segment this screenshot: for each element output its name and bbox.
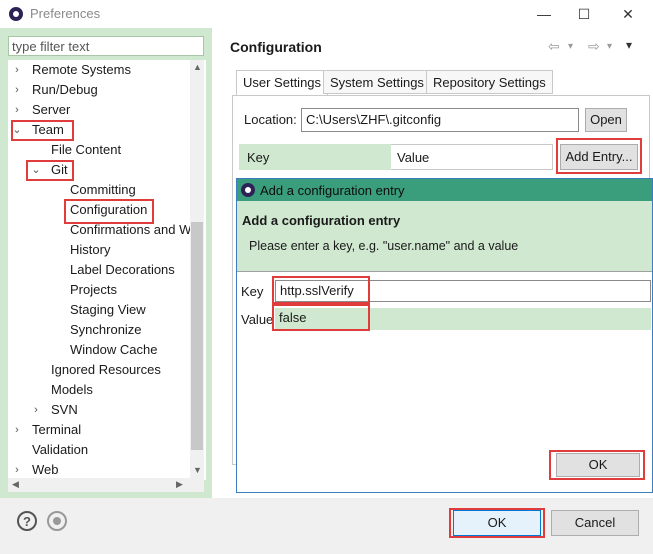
tree-item[interactable]: ⌄ Team — [8, 120, 198, 140]
tree-item[interactable]: Projects — [8, 280, 198, 300]
scroll-down-icon[interactable]: ▼ — [193, 465, 202, 475]
dialog-heading: Add a configuration entry — [242, 213, 401, 228]
tree-item[interactable]: ⌄ Git — [8, 160, 198, 180]
preferences-tree: › Remote Systems › Run/Debug › Server ⌄ Team Fil… — [8, 60, 206, 480]
chevron-right-icon[interactable]: › — [31, 400, 41, 420]
tree-item-label: Confirmations and W — [70, 222, 192, 237]
minimize-button[interactable]: — — [533, 4, 555, 24]
location-label: Location: — [244, 112, 297, 127]
forward-menu-icon[interactable]: ▾ — [607, 41, 612, 52]
chevron-right-icon[interactable]: › — [12, 60, 22, 80]
tree-item-label: Server — [32, 102, 71, 117]
tree-item[interactable]: Confirmations and W — [8, 220, 198, 240]
tree-item-label: File Content — [51, 142, 122, 157]
chevron-right-icon[interactable]: › — [12, 80, 22, 100]
chevron-down-icon[interactable]: ⌄ — [31, 160, 41, 180]
tree-item[interactable]: Ignored Resources — [8, 360, 198, 380]
chevron-right-icon[interactable]: › — [12, 420, 22, 440]
tree-item-label: Team — [32, 122, 64, 137]
view-menu-icon[interactable]: ▾ — [626, 38, 632, 52]
eclipse-app-icon — [241, 183, 255, 197]
tab-user-settings[interactable]: User Settings — [236, 70, 329, 96]
tree-item[interactable]: › SVN — [8, 400, 198, 420]
scroll-up-icon[interactable]: ▲ — [193, 62, 202, 72]
tree-item[interactable]: History — [8, 240, 198, 260]
chevron-down-icon[interactable]: ⌄ — [12, 120, 22, 140]
value-column-header[interactable]: Value — [397, 150, 429, 165]
value-label: Value — [241, 312, 274, 327]
tree-horizontal-scrollbar[interactable] — [8, 478, 204, 492]
dialog-header — [237, 201, 652, 271]
tree-item[interactable]: Label Decorations — [8, 260, 198, 280]
open-button[interactable]: Open — [585, 108, 627, 132]
tree-item[interactable]: › Remote Systems — [8, 60, 198, 80]
forward-arrow-icon[interactable]: ⇨ — [588, 38, 600, 55]
location-field[interactable]: C:\Users\ZHF\.gitconfig — [301, 108, 579, 132]
tree-item-label: History — [70, 242, 111, 257]
page-title: Configuration — [230, 39, 322, 55]
tree-item-label: Run/Debug — [32, 82, 98, 97]
close-button[interactable]: ✕ — [617, 4, 639, 24]
tree-item-label: Ignored Resources — [51, 362, 161, 377]
scroll-right-icon[interactable]: ▶ — [176, 479, 183, 490]
chevron-right-icon[interactable]: › — [12, 460, 22, 480]
tree-item[interactable]: Validation — [8, 440, 198, 460]
tree-item[interactable]: › Run/Debug — [8, 80, 198, 100]
tree-item-label: Validation — [32, 442, 89, 457]
key-column-header[interactable]: Key — [247, 150, 269, 165]
dialog-title: Add a configuration entry — [260, 183, 405, 198]
key-input[interactable]: http.sslVerify — [275, 280, 651, 302]
tree-item-label: Committing — [70, 182, 136, 197]
key-label: Key — [241, 284, 264, 299]
tab-system-settings[interactable]: System Settings — [323, 70, 431, 94]
tree-item[interactable]: Synchronize — [8, 320, 198, 340]
tree-item[interactable]: › Server — [8, 100, 198, 120]
tree-item[interactable]: Models — [8, 380, 198, 400]
tree-item[interactable]: Configuration — [8, 200, 198, 220]
tree-item-label: Terminal — [32, 422, 82, 437]
cancel-button[interactable]: Cancel — [551, 510, 639, 536]
tree-item[interactable]: Committing — [8, 180, 198, 200]
tree-item-label: Synchronize — [70, 322, 142, 337]
dialog-description: Please enter a key, e.g. "user.name" and… — [249, 239, 519, 253]
tree-item-label: Remote Systems — [32, 62, 131, 77]
back-menu-icon[interactable]: ▾ — [568, 41, 573, 52]
tree-item-label: Models — [51, 382, 93, 397]
help-icon[interactable]: ? — [17, 511, 37, 531]
tree-item-label: Window Cache — [70, 342, 158, 357]
window-title: Preferences — [30, 6, 101, 21]
dialog-ok-button[interactable]: OK — [556, 453, 640, 477]
chevron-right-icon[interactable]: › — [12, 100, 22, 120]
tree-item-label: Web — [32, 462, 59, 477]
eclipse-app-icon — [9, 7, 23, 21]
tree-scroll-thumb[interactable] — [191, 222, 203, 450]
ok-button[interactable]: OK — [453, 510, 541, 536]
record-icon[interactable] — [47, 511, 67, 531]
back-arrow-icon[interactable]: ⇦ — [548, 38, 560, 55]
scroll-left-icon[interactable]: ◀ — [12, 479, 19, 490]
tree-item-label: Label Decorations — [70, 262, 175, 277]
add-entry-button[interactable]: Add Entry... — [560, 144, 638, 170]
tab-repository-settings[interactable]: Repository Settings — [426, 70, 553, 94]
tree-item[interactable]: Staging View — [8, 300, 198, 320]
tree-item-label: Staging View — [70, 302, 146, 317]
maximize-button[interactable]: ☐ — [573, 4, 595, 24]
tree-item[interactable]: › Web — [8, 460, 198, 480]
tree-item-label: Projects — [70, 282, 117, 297]
tree-item-label: Git — [51, 162, 68, 177]
tree-item-label: SVN — [51, 402, 78, 417]
tree-item[interactable]: › Terminal — [8, 420, 198, 440]
tree-item-label: Configuration — [70, 202, 148, 217]
tree-item[interactable]: Window Cache — [8, 340, 198, 360]
dialog-separator — [237, 271, 652, 272]
filter-input[interactable] — [8, 36, 204, 56]
tree-item[interactable]: File Content — [8, 140, 198, 160]
value-input[interactable]: false — [275, 308, 651, 330]
